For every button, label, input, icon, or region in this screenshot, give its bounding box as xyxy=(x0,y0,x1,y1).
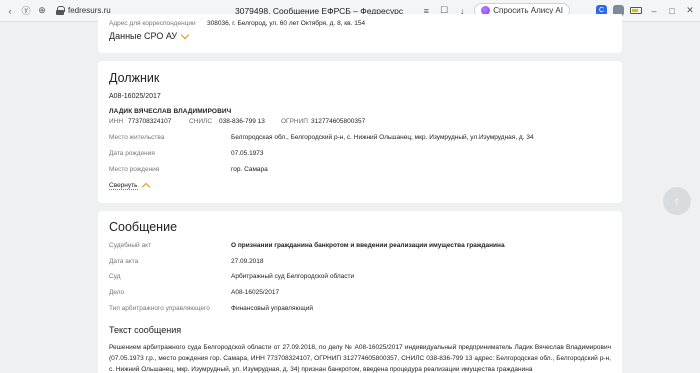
arrow-up-icon: ↑ xyxy=(674,194,680,208)
manager-type-row: Тип арбитражного управляющего Финансовый… xyxy=(109,305,313,312)
case-label: Дело xyxy=(109,289,125,296)
message-text: Решением арбитражного суда Белгородской … xyxy=(109,344,611,373)
court-label: Суд xyxy=(109,273,121,280)
scroll-to-top-button[interactable]: ↑ xyxy=(663,187,691,215)
collapse-toggle[interactable]: Свернуть xyxy=(109,181,150,192)
case-row: Дело А08-16025/2017 xyxy=(109,289,279,296)
sro-label: Данные СРО АУ xyxy=(109,31,178,41)
battery-icon xyxy=(630,7,642,14)
birth-place-row: Место рождения гор. Самара xyxy=(109,166,268,173)
ogrnip-label: ОГРНИП xyxy=(281,118,308,125)
message-text-title: Текст сообщения xyxy=(109,325,182,335)
debtor-card: Должник А08-16025/2017 ЛАДИК ВЯЧЕСЛАВ ВЛ… xyxy=(98,61,622,203)
residence-row: Место жительства Белгородская обл., Белг… xyxy=(109,134,534,141)
ogrnip-value: 312774605800357 xyxy=(311,118,366,125)
message-card: Сообщение Судебный акт О признании гражд… xyxy=(98,211,622,373)
correspondence-value: 308036, г. Белгород, ул. 60 лет Октября,… xyxy=(207,20,366,27)
residence-label: Место жительства xyxy=(109,134,165,141)
birth-date-label: Дата рождения xyxy=(109,150,155,157)
close-icon[interactable]: ✕ xyxy=(684,5,696,16)
manager-card: Адрес для корреспонденции 308036, г. Бел… xyxy=(98,14,622,53)
minimize-icon[interactable]: – xyxy=(648,6,660,16)
collapse-label: Свернуть xyxy=(109,181,138,190)
court-act-label: Судебный акт xyxy=(109,242,151,249)
case-value: А08-16025/2017 xyxy=(231,289,280,296)
court-act-row: Судебный акт О признании гражданина банк… xyxy=(109,242,505,249)
residence-value: Белгородская обл., Белгородский р-н, с. … xyxy=(231,134,534,141)
lock-icon xyxy=(56,6,65,15)
debtor-case-number: А08-16025/2017 xyxy=(109,93,161,100)
maximize-icon[interactable]: □ xyxy=(666,6,678,16)
snils-value: 038-836-799 13 xyxy=(219,118,265,125)
birth-date-row: Дата рождения 07.05.1973 xyxy=(109,150,264,157)
court-act-value: О признании гражданина банкротом и введе… xyxy=(231,242,505,249)
debtor-ids: ИНН 773708324107 СНИЛС 038-836-799 13 ОГ… xyxy=(109,118,365,125)
chevron-down-icon xyxy=(180,30,190,39)
snils-label: СНИЛС xyxy=(189,118,213,125)
debtor-name: ЛАДИК ВЯЧЕСЛАВ ВЛАДИМИРОВИЧ xyxy=(109,108,232,115)
sites-icon[interactable]: ⊕ xyxy=(36,5,48,17)
correspondence-label: Адрес для корреспонденции xyxy=(109,20,196,27)
chevron-up-icon xyxy=(141,182,150,192)
act-date-value: 27.09.2018 xyxy=(231,258,264,265)
debtor-title: Должник xyxy=(109,71,160,85)
act-date-label: Дата акта xyxy=(109,258,139,265)
manager-type-label: Тип арбитражного управляющего xyxy=(109,305,210,312)
act-date-row: Дата акта 27.09.2018 xyxy=(109,258,264,265)
manager-type-value: Финансовый управляющий xyxy=(231,305,313,312)
correspondence-address-row: Адрес для корреспонденции 308036, г. Бел… xyxy=(109,20,365,27)
inn-label: ИНН xyxy=(109,118,124,125)
sro-toggle[interactable]: Данные СРО АУ xyxy=(109,30,190,41)
inn-value: 773708324107 xyxy=(128,118,172,125)
birth-place-label: Место рождения xyxy=(109,166,160,173)
court-row: Суд Арбитражный суд Белгородской области xyxy=(109,273,354,280)
back-icon[interactable]: ‹ xyxy=(4,5,16,17)
birth-place-value: гор. Самара xyxy=(231,166,268,173)
birth-date-value: 07.05.1973 xyxy=(231,150,264,157)
message-title: Сообщение xyxy=(109,220,178,234)
court-value: Арбитражный суд Белгородской области xyxy=(231,273,355,280)
yandex-icon[interactable]: ⓨ xyxy=(20,5,32,17)
